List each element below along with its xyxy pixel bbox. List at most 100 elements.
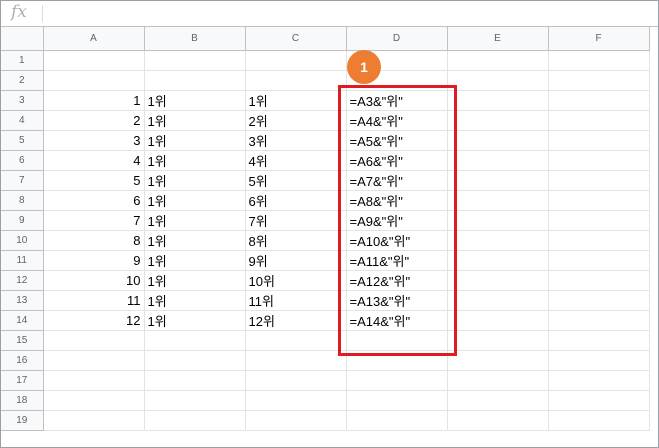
cell-f16[interactable] [548, 350, 650, 371]
cell-a1[interactable] [43, 50, 145, 71]
cell-f11[interactable] [548, 250, 650, 271]
cell-f7[interactable] [548, 170, 650, 191]
cell-c6[interactable]: 4위 [245, 150, 347, 171]
cell-e1[interactable] [447, 50, 549, 71]
cell-a3[interactable]: 1 [43, 90, 145, 111]
cell-b10[interactable]: 1위 [144, 230, 246, 251]
cell-f10[interactable] [548, 230, 650, 251]
row-header[interactable]: 5 [1, 130, 44, 151]
cell-f12[interactable] [548, 270, 650, 291]
cell-c14[interactable]: 12위 [245, 310, 347, 331]
cell-b16[interactable] [144, 350, 246, 371]
cell-f8[interactable] [548, 190, 650, 211]
cell-a6[interactable]: 4 [43, 150, 145, 171]
cell-e12[interactable] [447, 270, 549, 291]
cell-a4[interactable]: 2 [43, 110, 145, 131]
cell-b5[interactable]: 1위 [144, 130, 246, 151]
cell-e5[interactable] [447, 130, 549, 151]
cell-c12[interactable]: 10위 [245, 270, 347, 291]
cell-a7[interactable]: 5 [43, 170, 145, 191]
cell-b1[interactable] [144, 50, 246, 71]
cell-f4[interactable] [548, 110, 650, 131]
cell-f14[interactable] [548, 310, 650, 331]
cell-f1[interactable] [548, 50, 650, 71]
cell-a14[interactable]: 12 [43, 310, 145, 331]
cell-e17[interactable] [447, 370, 549, 391]
cell-a12[interactable]: 10 [43, 270, 145, 291]
cell-c9[interactable]: 7위 [245, 210, 347, 231]
column-header-b[interactable]: B [144, 27, 246, 51]
cell-e13[interactable] [447, 290, 549, 311]
cell-b8[interactable]: 1위 [144, 190, 246, 211]
cell-e3[interactable] [447, 90, 549, 111]
cell-f3[interactable] [548, 90, 650, 111]
cell-e6[interactable] [447, 150, 549, 171]
cell-e15[interactable] [447, 330, 549, 351]
cell-f18[interactable] [548, 390, 650, 411]
cell-c18[interactable] [245, 390, 347, 411]
row-header[interactable]: 15 [1, 330, 44, 351]
cell-a13[interactable]: 11 [43, 290, 145, 311]
cell-c11[interactable]: 9위 [245, 250, 347, 271]
row-header[interactable]: 14 [1, 310, 44, 331]
cell-f13[interactable] [548, 290, 650, 311]
row-header[interactable]: 16 [1, 350, 44, 371]
cell-d18[interactable] [346, 390, 448, 411]
cell-b2[interactable] [144, 70, 246, 91]
row-header[interactable]: 8 [1, 190, 44, 211]
row-header[interactable]: 1 [1, 50, 44, 71]
cell-c1[interactable] [245, 50, 347, 71]
cell-c4[interactable]: 2위 [245, 110, 347, 131]
row-header[interactable]: 12 [1, 270, 44, 291]
row-header[interactable]: 11 [1, 250, 44, 271]
cell-d17[interactable] [346, 370, 448, 391]
cell-b15[interactable] [144, 330, 246, 351]
cell-c3[interactable]: 1위 [245, 90, 347, 111]
cell-c8[interactable]: 6위 [245, 190, 347, 211]
cell-b9[interactable]: 1위 [144, 210, 246, 231]
cell-a8[interactable]: 6 [43, 190, 145, 211]
cell-e10[interactable] [447, 230, 549, 251]
column-header-e[interactable]: E [447, 27, 549, 51]
cell-a18[interactable] [43, 390, 145, 411]
cell-e7[interactable] [447, 170, 549, 191]
cell-a16[interactable] [43, 350, 145, 371]
cell-b13[interactable]: 1위 [144, 290, 246, 311]
row-header[interactable]: 9 [1, 210, 44, 231]
column-header-f[interactable]: F [548, 27, 650, 51]
cell-a19[interactable] [43, 410, 145, 431]
cell-a10[interactable]: 8 [43, 230, 145, 251]
cell-a9[interactable]: 7 [43, 210, 145, 231]
cell-b12[interactable]: 1위 [144, 270, 246, 291]
cell-a15[interactable] [43, 330, 145, 351]
cell-f6[interactable] [548, 150, 650, 171]
cell-b11[interactable]: 1위 [144, 250, 246, 271]
cell-b18[interactable] [144, 390, 246, 411]
cell-b14[interactable]: 1위 [144, 310, 246, 331]
cell-c5[interactable]: 3위 [245, 130, 347, 151]
cell-e18[interactable] [447, 390, 549, 411]
cell-d19[interactable] [346, 410, 448, 431]
cell-e19[interactable] [447, 410, 549, 431]
column-header-a[interactable]: A [43, 27, 145, 51]
cell-b19[interactable] [144, 410, 246, 431]
cell-e4[interactable] [447, 110, 549, 131]
row-header[interactable]: 18 [1, 390, 44, 411]
row-header[interactable]: 3 [1, 90, 44, 111]
cell-c2[interactable] [245, 70, 347, 91]
cell-c13[interactable]: 11위 [245, 290, 347, 311]
cell-b7[interactable]: 1위 [144, 170, 246, 191]
cell-a2[interactable] [43, 70, 145, 91]
cell-e16[interactable] [447, 350, 549, 371]
cell-f19[interactable] [548, 410, 650, 431]
row-header[interactable]: 7 [1, 170, 44, 191]
cell-e9[interactable] [447, 210, 549, 231]
row-header[interactable]: 2 [1, 70, 44, 91]
column-header-c[interactable]: C [245, 27, 347, 51]
cell-e11[interactable] [447, 250, 549, 271]
cell-b6[interactable]: 1위 [144, 150, 246, 171]
cell-c7[interactable]: 5위 [245, 170, 347, 191]
row-header[interactable]: 6 [1, 150, 44, 171]
cell-e14[interactable] [447, 310, 549, 331]
cell-b3[interactable]: 1위 [144, 90, 246, 111]
